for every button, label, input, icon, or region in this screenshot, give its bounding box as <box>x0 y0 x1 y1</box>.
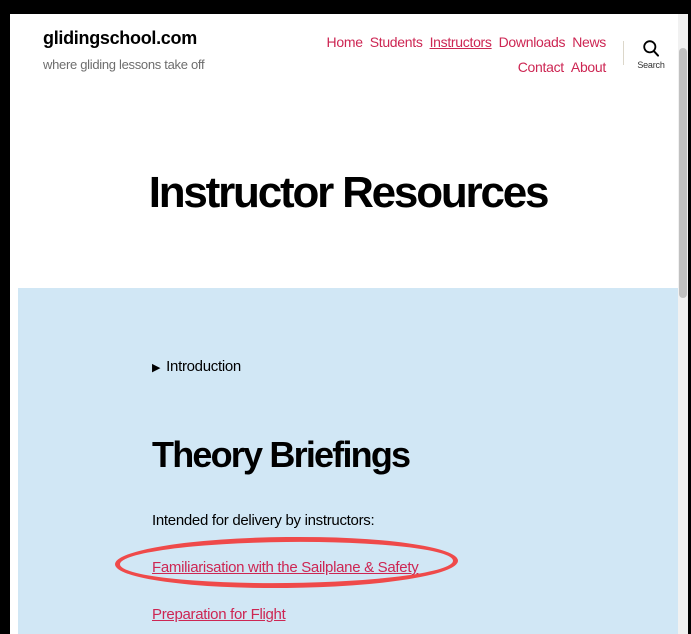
nav-item-students[interactable]: Students <box>370 34 423 50</box>
nav-item-home[interactable]: Home <box>327 34 363 50</box>
site-title[interactable]: glidingschool.com <box>43 28 197 49</box>
web-page: glidingschool.com where gliding lessons … <box>18 14 678 634</box>
nav-divider <box>623 41 624 65</box>
intro-text: Intended for delivery by instructors: <box>152 512 375 529</box>
nav-item-downloads[interactable]: Downloads <box>499 34 566 50</box>
scrollbar-thumb[interactable] <box>679 48 687 298</box>
content-area: ▶ Introduction Theory Briefings Intended … <box>18 288 678 634</box>
nav-item-about[interactable]: About <box>571 59 606 75</box>
primary-nav: Home Students Instructors Downloads News Con… <box>318 30 607 80</box>
link-familiarisation[interactable]: Familiarisation with the Sailplane & Saf… <box>152 559 419 576</box>
search-icon <box>643 40 659 57</box>
site-tagline: where gliding lessons take off <box>43 57 205 72</box>
introduction-toggle[interactable]: ▶ Introduction <box>152 358 241 375</box>
page-title: Instructor Resources <box>148 168 550 217</box>
section-heading: Theory Briefings <box>152 434 411 475</box>
nav-item-news[interactable]: News <box>572 34 606 50</box>
search-label: Search <box>637 60 665 70</box>
browser-frame: glidingschool.com where gliding lessons … <box>0 0 691 634</box>
scrollbar[interactable] <box>678 14 688 634</box>
link-preparation-for-flight[interactable]: Preparation for Flight <box>152 606 286 623</box>
nav-item-instructors[interactable]: Instructors <box>430 34 492 50</box>
disclosure-triangle-icon: ▶ <box>152 362 161 374</box>
introduction-label: Introduction <box>166 358 241 375</box>
nav-item-contact[interactable]: Contact <box>518 59 564 75</box>
search-button[interactable]: Search <box>633 40 669 70</box>
